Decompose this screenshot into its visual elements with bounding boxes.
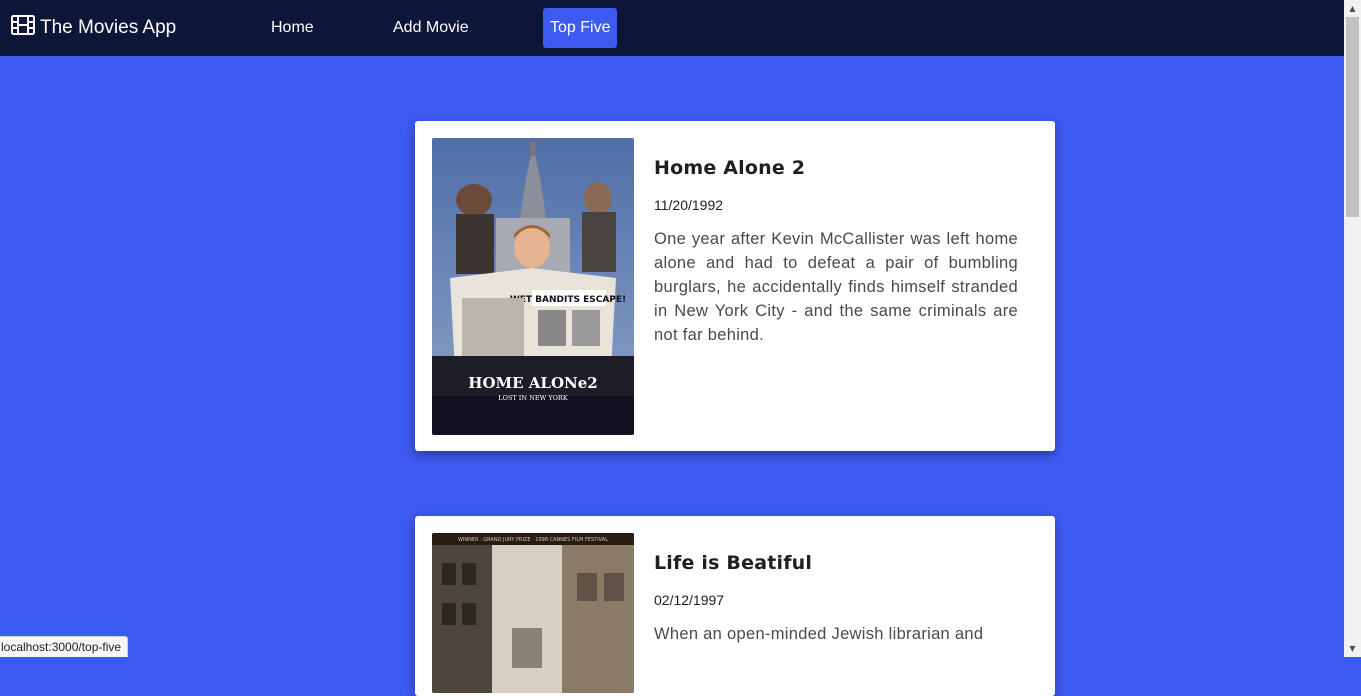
movie-description: When an open-minded Jewish librarian and bbox=[654, 625, 984, 643]
film-icon bbox=[11, 15, 40, 41]
movie-card: WINNER · GRAND JURY PRIZE · 1998 CANNES … bbox=[415, 516, 1055, 696]
scrollbar[interactable]: ▲ ▼ bbox=[1344, 0, 1361, 657]
brand[interactable]: The Movies App bbox=[11, 15, 176, 41]
scroll-thumb[interactable] bbox=[1346, 17, 1359, 217]
movie-poster: WINNER · GRAND JURY PRIZE · 1998 CANNES … bbox=[432, 533, 634, 693]
movie-title: Life is Beatiful bbox=[654, 552, 813, 574]
movie-description: One year after Kevin McCallister was lef… bbox=[654, 230, 1018, 344]
navbar: The Movies App Home Add Movie Top Five bbox=[0, 0, 1344, 56]
nav-link-home[interactable]: Home bbox=[264, 8, 321, 48]
movie-info: Life is Beatiful 02/12/1997 When an open… bbox=[654, 552, 1018, 646]
movie-date: 11/20/1992 bbox=[654, 197, 724, 213]
scroll-down-icon[interactable]: ▼ bbox=[1344, 640, 1361, 657]
movie-card: WET BANDITS ESCAPE! HOME ALONe2 LOST IN … bbox=[415, 121, 1055, 451]
movie-date: 02/12/1997 bbox=[654, 592, 725, 608]
poster-banner: WINNER · GRAND JURY PRIZE · 1998 CANNES … bbox=[458, 537, 608, 543]
nav-link-add-movie[interactable]: Add Movie bbox=[386, 8, 476, 48]
movie-info: Home Alone 2 11/20/1992 One year after K… bbox=[654, 157, 1018, 347]
nav-link-top-five[interactable]: Top Five bbox=[543, 8, 618, 48]
brand-title: The Movies App bbox=[40, 17, 177, 38]
movie-title: Home Alone 2 bbox=[654, 157, 806, 179]
poster-headline: WET BANDITS ESCAPE! bbox=[510, 295, 626, 305]
status-bar-url: localhost:3000/top-five bbox=[0, 636, 129, 657]
movie-poster: WET BANDITS ESCAPE! HOME ALONe2 LOST IN … bbox=[432, 138, 634, 435]
poster-title: HOME ALONe2 bbox=[468, 374, 597, 392]
scroll-up-icon[interactable]: ▲ bbox=[1344, 0, 1361, 17]
poster-subtitle: LOST IN NEW YORK bbox=[498, 394, 568, 402]
